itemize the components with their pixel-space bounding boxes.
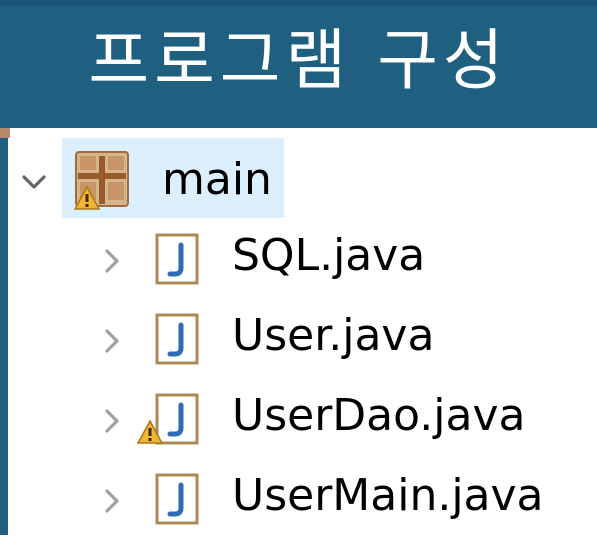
tree-row-file[interactable]: UserMain.java: [0, 460, 597, 540]
java-file-icon: [154, 232, 206, 288]
expand-toggle-file[interactable]: [95, 404, 129, 438]
tree-row-file[interactable]: User.java: [0, 300, 597, 380]
expand-toggle-file[interactable]: [95, 244, 129, 278]
file-label: SQL.java: [232, 230, 426, 281]
expand-toggle-file[interactable]: [95, 324, 129, 358]
title-banner: 프로그램 구성: [0, 0, 597, 128]
chevron-right-icon: [105, 489, 119, 513]
expand-toggle-main[interactable]: [17, 166, 51, 200]
java-package-icon: [72, 150, 138, 216]
warning-icon: [137, 420, 163, 444]
file-label: UserMain.java: [232, 470, 544, 521]
page-title: 프로그램 구성: [88, 22, 509, 99]
package-label-main: main: [162, 154, 272, 205]
java-file-icon: [154, 472, 206, 528]
warning-icon: [74, 186, 100, 210]
tree-row-package-main[interactable]: main: [0, 128, 597, 218]
chevron-down-icon: [22, 175, 46, 189]
tree-row-file[interactable]: UserDao.java: [0, 380, 597, 460]
tree-row-file[interactable]: SQL.java: [0, 220, 597, 300]
package-explorer-tree: main SQL.java User.java UserDao.java Use…: [0, 128, 597, 535]
screenshot-frame: 프로그램 구성 main SQL.java User.java UserDao.…: [0, 0, 597, 535]
java-file-icon: [154, 312, 206, 368]
file-label: User.java: [232, 310, 435, 361]
chevron-right-icon: [105, 329, 119, 353]
chevron-right-icon: [105, 409, 119, 433]
expand-toggle-file[interactable]: [95, 484, 129, 518]
file-label: UserDao.java: [232, 390, 526, 441]
chevron-right-icon: [105, 249, 119, 273]
